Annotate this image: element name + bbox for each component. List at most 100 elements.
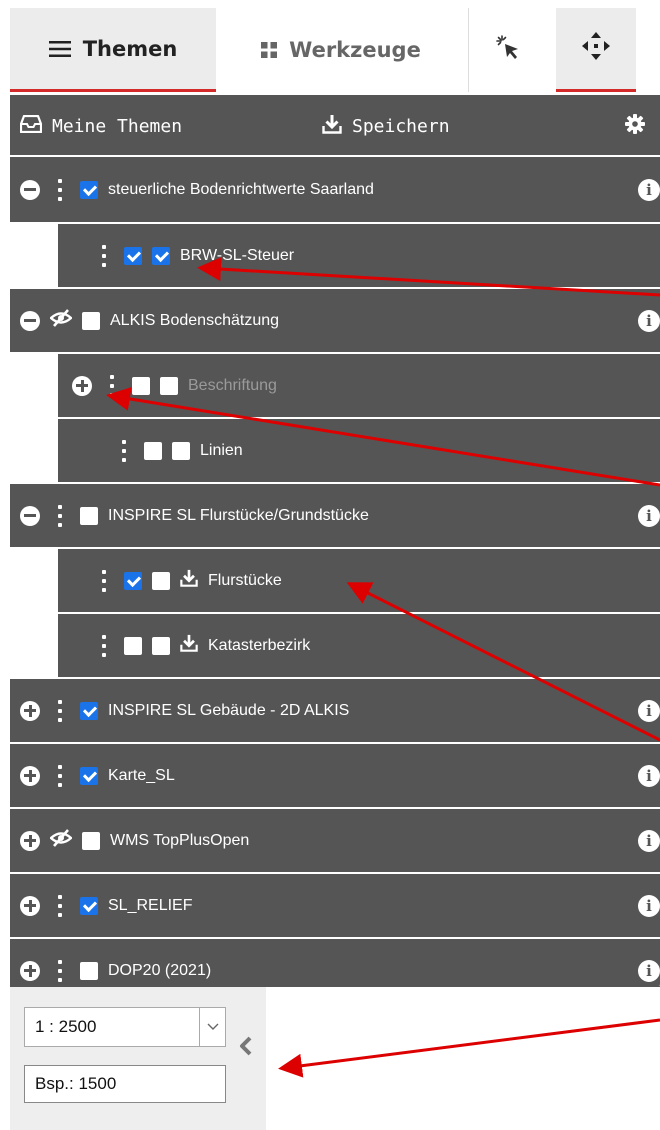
selectable-checkbox[interactable]	[172, 441, 190, 460]
drag-handle-icon[interactable]	[114, 439, 134, 462]
expand-icon[interactable]	[20, 960, 40, 981]
save-label: Speichern	[352, 115, 450, 137]
visibility-checkbox[interactable]	[132, 376, 150, 395]
visibility-checkbox[interactable]	[80, 180, 98, 199]
collapse-icon[interactable]	[20, 310, 40, 331]
settings-button[interactable]	[624, 95, 646, 157]
pointer-select-icon	[495, 34, 522, 66]
layer-label: ALKIS Bodenschätzung	[110, 311, 280, 329]
layer-label: DOP20 (2021)	[108, 961, 212, 979]
info-icon[interactable]: i	[638, 178, 660, 201]
tab-bar: Themen Werkzeuge	[0, 0, 660, 95]
download-icon[interactable]	[180, 634, 198, 657]
drag-handle-icon[interactable]	[50, 894, 70, 917]
panel-toolbar: Meine Themen Speichern	[10, 95, 660, 157]
download-icon[interactable]	[180, 569, 198, 592]
scale-control: 1 : 2500	[10, 987, 266, 1130]
hidden-visibility-icon[interactable]	[49, 308, 73, 333]
info-icon[interactable]: i	[638, 894, 660, 917]
tab-werkzeuge[interactable]: Werkzeuge	[216, 8, 466, 92]
expand-icon[interactable]	[20, 765, 40, 786]
visibility-checkbox[interactable]	[82, 311, 100, 330]
layer-row: INSPIRE SL Gebäude - 2D ALKIS i	[10, 677, 660, 742]
sublayer-row: BRW-SL-Steuer	[10, 222, 660, 287]
selectable-checkbox[interactable]	[152, 246, 170, 265]
visibility-checkbox[interactable]	[124, 636, 142, 655]
layer-label: BRW-SL-Steuer	[180, 246, 295, 264]
info-icon[interactable]: i	[638, 504, 660, 527]
layer-row: WMS TopPlusOpen i	[10, 807, 660, 872]
drag-handle-icon[interactable]	[94, 634, 114, 657]
indent-spacer	[10, 419, 58, 482]
expand-icon[interactable]	[72, 375, 92, 396]
drag-handle-icon[interactable]	[50, 764, 70, 787]
layer-row: steuerliche Bodenrichtwerte Saarland i	[10, 157, 660, 222]
visibility-checkbox[interactable]	[80, 701, 98, 720]
layer-label: INSPIRE SL Gebäude - 2D ALKIS	[108, 701, 350, 719]
scale-input[interactable]	[24, 1065, 226, 1103]
layer-label: WMS TopPlusOpen	[110, 831, 250, 849]
my-themes-button[interactable]: Meine Themen	[19, 95, 183, 157]
expand-icon[interactable]	[20, 895, 40, 916]
info-icon[interactable]: i	[638, 309, 660, 332]
indent-spacer	[10, 614, 58, 677]
menu-icon	[48, 40, 71, 58]
chevron-left-icon	[239, 1036, 253, 1061]
hidden-visibility-icon[interactable]	[49, 828, 73, 853]
tab-themen[interactable]: Themen	[10, 8, 216, 92]
collapse-icon[interactable]	[20, 505, 40, 526]
gear-icon	[624, 113, 646, 140]
layer-row: SL_RELIEF i	[10, 872, 660, 937]
save-button[interactable]: Speichern	[322, 95, 450, 157]
layer-label: Beschriftung	[188, 376, 277, 394]
visibility-checkbox[interactable]	[82, 831, 100, 850]
layer-label: Karte_SL	[108, 766, 175, 784]
visibility-checkbox[interactable]	[80, 961, 98, 980]
selectable-checkbox[interactable]	[152, 571, 170, 590]
tab-themen-label: Themen	[82, 36, 178, 61]
download-icon	[322, 114, 342, 139]
drag-handle-icon[interactable]	[50, 699, 70, 722]
layer-row: ALKIS Bodenschätzung i	[10, 287, 660, 352]
sublayer-row: Katasterbezirk	[10, 612, 660, 677]
drag-handle-icon[interactable]	[50, 504, 70, 527]
info-icon[interactable]: i	[638, 699, 660, 722]
visibility-checkbox[interactable]	[144, 441, 162, 460]
move-icon	[581, 31, 611, 66]
resize-grip-icon[interactable]	[656, 973, 660, 987]
tab-select-tool[interactable]	[468, 8, 548, 92]
sublayer-row: Linien	[10, 417, 660, 482]
expand-icon[interactable]	[20, 700, 40, 721]
drag-handle-icon[interactable]	[94, 569, 114, 592]
scale-selected-value: 1 : 2500	[35, 1017, 97, 1036]
selectable-checkbox[interactable]	[152, 636, 170, 655]
visibility-checkbox[interactable]	[80, 506, 98, 525]
info-icon[interactable]: i	[638, 829, 660, 852]
collapse-panel-button[interactable]	[236, 1033, 256, 1063]
layer-label: SL_RELIEF	[108, 896, 193, 914]
chevron-down-icon[interactable]	[199, 1008, 225, 1046]
visibility-checkbox[interactable]	[80, 766, 98, 785]
inbox-icon	[19, 114, 43, 138]
layer-label: Linien	[200, 441, 243, 459]
info-icon[interactable]: i	[638, 764, 660, 787]
layer-label: Katasterbezirk	[208, 636, 311, 654]
indent-spacer	[10, 354, 58, 417]
expand-icon[interactable]	[20, 830, 40, 851]
collapse-icon[interactable]	[20, 179, 40, 200]
tab-werkzeuge-label: Werkzeuge	[289, 38, 421, 62]
selectable-checkbox[interactable]	[160, 376, 178, 395]
visibility-checkbox[interactable]	[124, 571, 142, 590]
tab-move-tool[interactable]	[556, 8, 636, 92]
drag-handle-icon[interactable]	[102, 374, 122, 397]
indent-spacer	[10, 224, 58, 287]
sublayer-row: Flurstücke	[10, 547, 660, 612]
scale-select[interactable]: 1 : 2500	[24, 1007, 226, 1047]
visibility-checkbox[interactable]	[124, 246, 142, 265]
grid-icon	[261, 42, 278, 58]
drag-handle-icon[interactable]	[94, 244, 114, 267]
my-themes-label: Meine Themen	[52, 115, 183, 137]
visibility-checkbox[interactable]	[80, 896, 98, 915]
drag-handle-icon[interactable]	[50, 959, 70, 982]
drag-handle-icon[interactable]	[50, 178, 70, 201]
